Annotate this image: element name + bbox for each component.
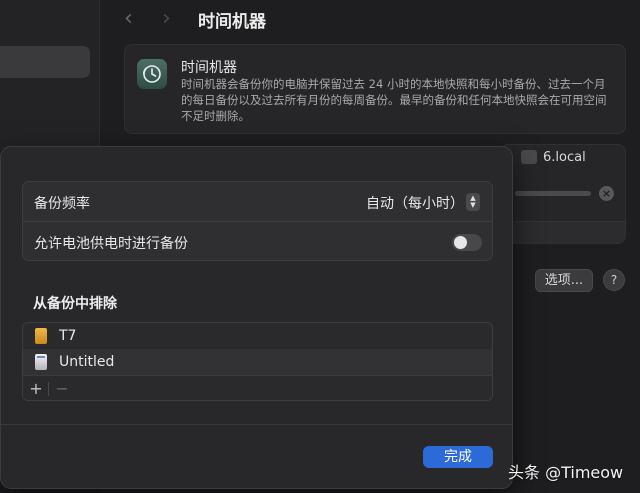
time-machine-icon [137, 59, 167, 89]
external-drive-orange-icon [35, 328, 47, 344]
backup-disk-card: 6.local × [500, 144, 626, 244]
done-button[interactable]: 完成 [423, 446, 493, 468]
disk-progress-bar [515, 191, 591, 196]
list-item[interactable]: T7 [23, 323, 492, 349]
remove-disk-icon[interactable]: × [599, 186, 614, 201]
toolbar-divider [48, 382, 49, 396]
sidebar-item-selected[interactable] [0, 46, 90, 78]
disk-name: 6.local [543, 150, 586, 165]
list-item-label: T7 [59, 328, 77, 344]
back-chevron-icon[interactable]: ‹ [124, 6, 133, 31]
remove-item-button[interactable]: − [54, 379, 70, 398]
forward-chevron-icon[interactable]: › [162, 6, 171, 31]
sidebar [0, 0, 100, 150]
backup-frequency-label: 备份频率 [34, 196, 90, 212]
options-button[interactable]: 选项... [535, 269, 593, 292]
info-card-description: 时间机器会备份你的电脑并保留过去 24 小时的本地快照和每小时备份、过去一个月的… [181, 77, 607, 123]
help-button[interactable]: ? [603, 269, 625, 291]
toggle-knob [454, 236, 467, 249]
chevron-up-down-icon[interactable]: ▲ ▼ [466, 193, 480, 211]
external-drive-white-icon [35, 354, 47, 370]
backup-frequency-select[interactable]: 自动（每小时） [366, 193, 464, 213]
time-machine-info-card: 时间机器 时间机器会备份你的电脑并保留过去 24 小时的本地快照和每小时备份、过… [124, 44, 626, 134]
settings-group: 备份频率 自动（每小时） ▲ ▼ 允许电池供电时进行备份 [22, 181, 493, 261]
list-item-label: Untitled [59, 354, 115, 370]
battery-backup-label: 允许电池供电时进行备份 [34, 236, 188, 252]
window-title: 时间机器 [198, 12, 266, 32]
list-item[interactable]: Untitled [23, 349, 492, 375]
exclude-section-title: 从备份中排除 [33, 296, 117, 312]
backup-frequency-row: 备份频率 自动（每小时） ▲ ▼ [23, 182, 492, 222]
list-toolbar: + − [23, 375, 492, 400]
sheet-divider [1, 424, 512, 425]
disk-card-footer [501, 221, 625, 243]
info-card-title: 时间机器 [181, 60, 237, 76]
disk-icon [521, 150, 537, 164]
watermark: 头条 @Timeow [508, 463, 624, 482]
add-item-button[interactable]: + [28, 379, 44, 398]
battery-backup-row: 允许电池供电时进行备份 [23, 222, 492, 262]
battery-backup-toggle[interactable] [452, 234, 482, 251]
exclude-list: T7 Untitled + − [22, 322, 493, 401]
options-sheet: 备份频率 自动（每小时） ▲ ▼ 允许电池供电时进行备份 从备份中排除 T7 Un… [0, 146, 513, 489]
